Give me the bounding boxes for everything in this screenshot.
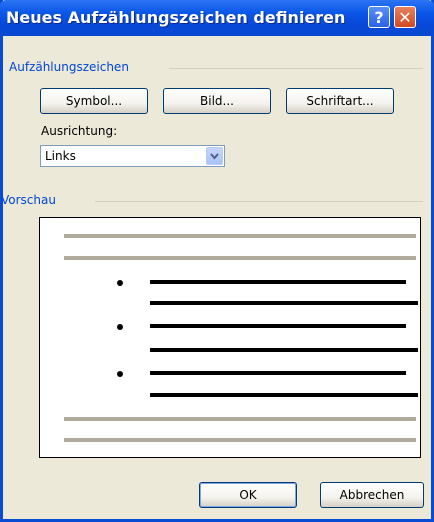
symbol-button-label: Symbol... (65, 94, 123, 108)
dialog-title: Neues Aufzählungszeichen definieren (6, 8, 346, 27)
cancel-button[interactable]: Abbrechen (320, 482, 424, 508)
alignment-label: Ausrichtung: (41, 124, 118, 138)
image-button-label: Bild... (200, 94, 234, 108)
preview-line (150, 393, 418, 397)
alignment-select[interactable]: Links (40, 145, 225, 167)
preview-line (64, 256, 416, 260)
group-label-bullet-char: Aufzählungszeichen (9, 60, 129, 74)
bullet-dot (117, 371, 123, 377)
title-bar[interactable]: Neues Aufzählungszeichen definieren ? ✕ (0, 0, 434, 36)
preview-line (64, 417, 416, 421)
image-button[interactable]: Bild... (163, 88, 271, 114)
preview-line (150, 371, 406, 375)
bullet-dot (117, 280, 123, 286)
preview-line (150, 280, 406, 284)
alignment-value: Links (45, 149, 76, 163)
bullet-dot (117, 324, 123, 330)
help-icon: ? (374, 7, 384, 27)
cancel-button-label: Abbrechen (339, 488, 405, 502)
dialog-window: Neues Aufzählungszeichen definieren ? ✕ … (0, 0, 434, 522)
chevron-down-icon (210, 153, 219, 160)
preview-line (150, 301, 418, 305)
preview-line (64, 438, 416, 442)
group-label-preview: Vorschau (1, 193, 56, 207)
preview-line (150, 348, 418, 352)
preview-pane (39, 217, 421, 458)
font-button[interactable]: Schriftart... (286, 88, 394, 114)
ok-button[interactable]: OK (199, 482, 297, 508)
font-button-label: Schriftart... (306, 94, 374, 108)
help-button[interactable]: ? (368, 6, 390, 28)
dropdown-arrow-button[interactable] (206, 147, 223, 165)
close-icon: ✕ (398, 7, 412, 27)
preview-line (150, 324, 406, 328)
preview-line (64, 234, 416, 238)
close-button[interactable]: ✕ (394, 6, 416, 28)
symbol-button[interactable]: Symbol... (40, 88, 148, 114)
group-divider (95, 201, 423, 202)
group-divider (169, 68, 423, 69)
ok-button-label: OK (239, 488, 257, 502)
